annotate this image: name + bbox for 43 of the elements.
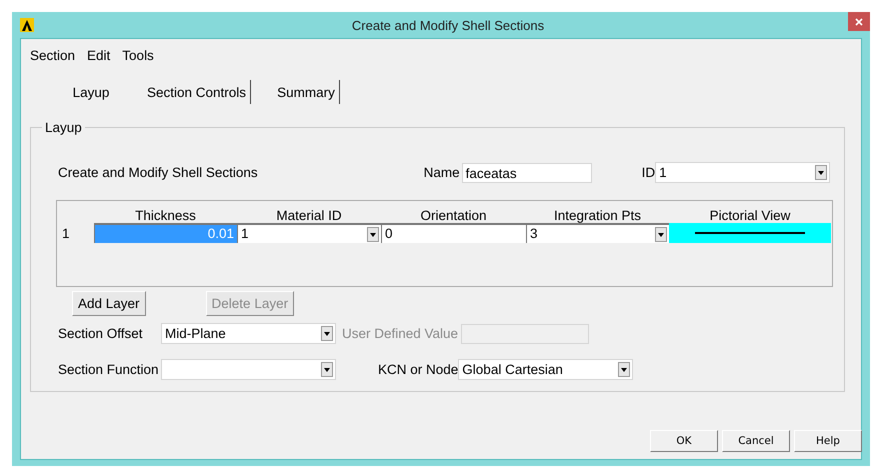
- column-header: Thickness: [134, 208, 197, 223]
- close-button[interactable]: [848, 12, 870, 31]
- user-defined-label: User Defined Value: [342, 326, 458, 341]
- tab[interactable]: Layup: [61, 80, 121, 104]
- window-title: Create and Modify Shell Sections: [350, 18, 546, 32]
- kcn-label: KCN or Node: [378, 362, 458, 377]
- integration-dropdown[interactable]: 3: [526, 223, 669, 243]
- dialog-button[interactable]: OK: [650, 430, 718, 452]
- tab[interactable]: Section Controls: [143, 80, 252, 104]
- section-heading: Create and Modify Shell Sections: [58, 165, 258, 180]
- dialog-button[interactable]: Help: [794, 430, 862, 452]
- orientation-cell[interactable]: 0: [381, 223, 526, 243]
- dialog-button[interactable]: Cancel: [722, 430, 790, 452]
- menu-item[interactable]: Section: [30, 48, 76, 68]
- column-header: Pictorial View: [708, 208, 792, 223]
- caret-icon: [321, 362, 333, 377]
- kcn-dropdown[interactable]: Global Cartesian: [458, 359, 634, 380]
- menu-item[interactable]: Tools: [122, 48, 154, 68]
- tab[interactable]: Summary: [273, 80, 340, 104]
- section-offset-dropdown[interactable]: Mid-Plane: [161, 323, 336, 344]
- column-header: Orientation: [419, 208, 488, 223]
- section-offset-label: Section Offset: [58, 326, 144, 341]
- caret-icon: [815, 165, 828, 180]
- logo-icon: [20, 18, 34, 32]
- section-function-dropdown[interactable]: [161, 359, 336, 380]
- section-function-label: Section Function: [58, 362, 160, 377]
- material-dropdown[interactable]: 1: [237, 223, 381, 243]
- user-defined-field[interactable]: [461, 324, 590, 344]
- name-field[interactable]: faceatas: [462, 162, 592, 182]
- caret-icon: [655, 226, 667, 242]
- column-header: Material ID: [275, 208, 343, 223]
- group-title: Layup: [44, 120, 83, 135]
- caret-icon: [367, 226, 379, 242]
- menu-item[interactable]: Edit: [87, 48, 110, 68]
- caret-icon: [618, 362, 630, 377]
- column-header: Integration Pts: [552, 208, 642, 223]
- row-number: 1: [61, 226, 71, 240]
- id-label: ID: [642, 165, 656, 180]
- close-icon: [855, 18, 863, 26]
- add-layer-button[interactable]: Add Layer: [72, 291, 146, 316]
- id-dropdown[interactable]: 1: [655, 162, 830, 183]
- caret-icon: [321, 326, 333, 341]
- name-label: Name: [424, 165, 460, 180]
